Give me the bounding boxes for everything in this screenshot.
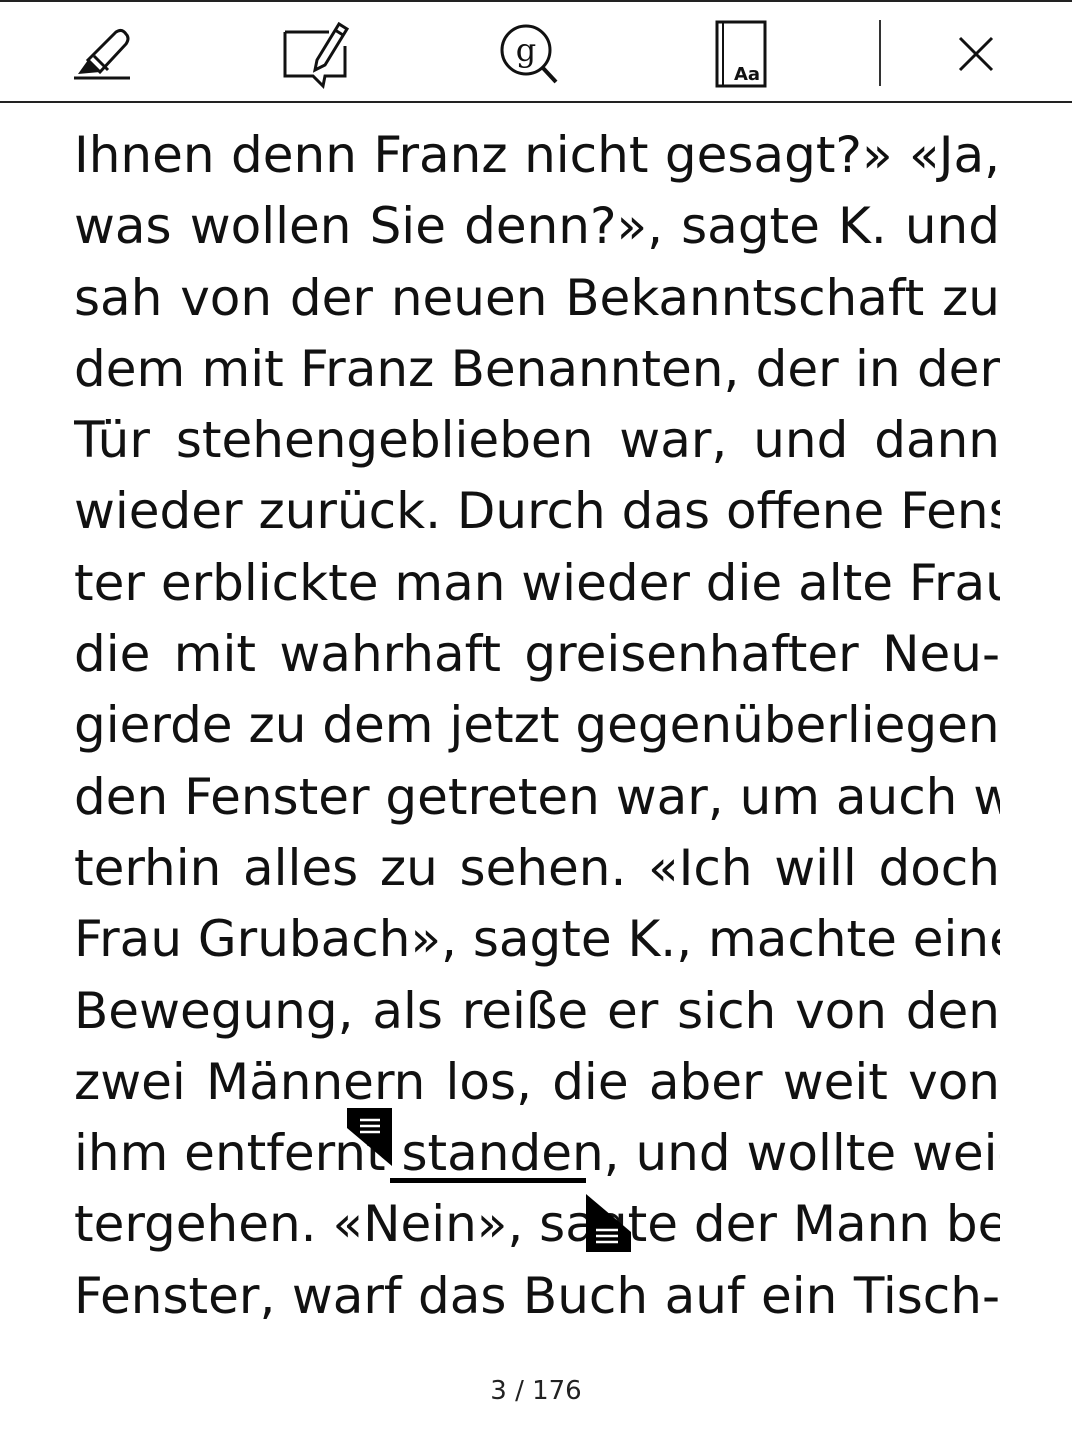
selection-end-handle[interactable] <box>586 1194 631 1252</box>
google-search-icon: g <box>500 24 558 84</box>
close-button[interactable] <box>938 16 1014 92</box>
note-pencil-icon <box>283 21 350 90</box>
selected-word[interactable]: standen <box>401 1124 603 1182</box>
text-line: Ihnen denn Franz nicht gesagt?» «Ja, <box>74 126 1000 184</box>
google-search-button[interactable]: g <box>490 16 566 92</box>
text-line: wieder zurück. Durch das offene Fens- <box>74 482 1000 541</box>
text-line: tergehen. «Nein», sagte der Mann beim <box>74 1195 1000 1254</box>
svg-text:Aa: Aa <box>734 64 760 85</box>
text-line: Bewegung, als reiße er sich von den <box>74 981 1000 1040</box>
note-button[interactable] <box>277 16 353 92</box>
page-indicator: 3 / 176 <box>490 1376 582 1406</box>
dictionary-book-icon: Aa <box>715 20 767 88</box>
highlighter-icon <box>74 28 130 80</box>
selection-start-handle[interactable] <box>347 1108 392 1166</box>
text-line: Fenster, warf das Buch auf ein Tisch- <box>74 1266 1000 1325</box>
close-icon <box>958 36 994 72</box>
text-line: terhin alles zu sehen. «Ich will doch <box>74 838 1000 897</box>
text-line: zwei Männern los, die aber weit von <box>74 1052 1000 1111</box>
selection-underline <box>390 1178 586 1183</box>
text-line: was wollen Sie denn?», sagte K. und <box>74 197 1000 256</box>
text-line: gierde zu dem jetzt gegenüberliegen- <box>74 696 1000 755</box>
text-line: Frau Grubach», sagte K., machte eine <box>74 910 1000 969</box>
selection-toolbar: g Aa <box>0 0 1072 103</box>
text-line: sah von der neuen Bekanntschaft zu <box>74 268 1000 327</box>
dictionary-button[interactable]: Aa <box>703 16 779 92</box>
text-line: Tür stehengeblieben war, und dann <box>74 411 1000 470</box>
text-line: ter erblickte man wieder die alte Frau, <box>74 553 1000 612</box>
selection-after: , und wollte wei- <box>603 1124 1000 1183</box>
text-line: die mit wahrhaft greisenhafter Neu- <box>74 625 1000 684</box>
text-line: den Fenster getreten war, um auch wei- <box>74 767 1000 826</box>
toolbar-separator <box>879 20 881 86</box>
highlighter-button[interactable] <box>64 16 140 92</box>
text-line: dem mit Franz Benannten, der in der <box>74 339 1000 398</box>
svg-text:g: g <box>516 31 536 69</box>
book-page-text[interactable]: Ihnen denn Franz nicht gesagt?» «Ja, was… <box>74 120 1000 1332</box>
